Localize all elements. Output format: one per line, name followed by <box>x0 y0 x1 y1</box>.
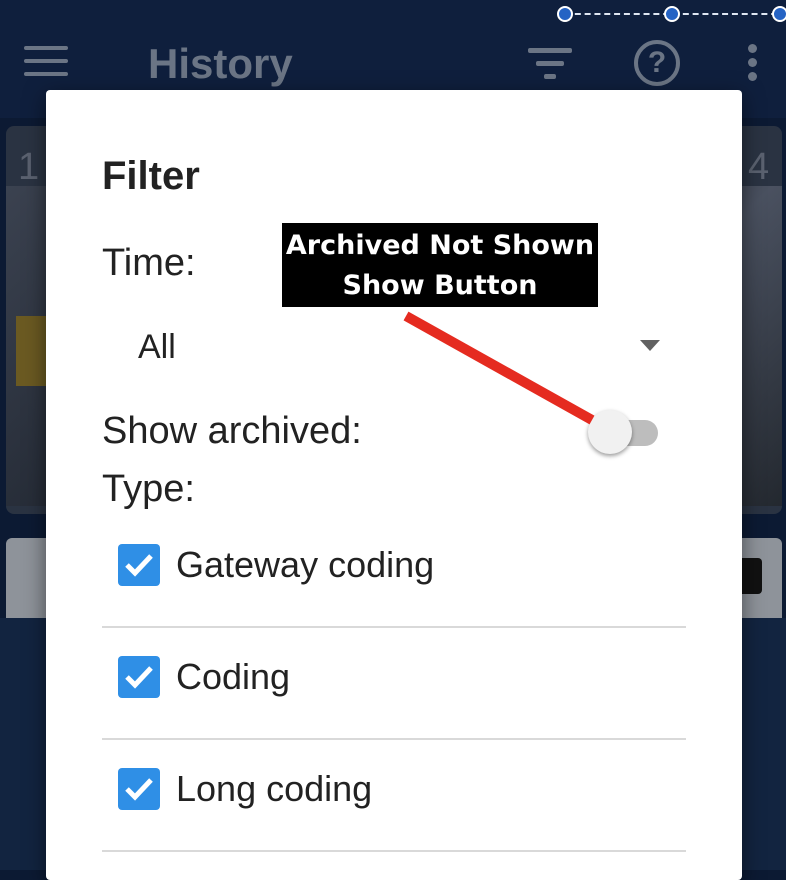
annotation-line-2: Show Button <box>342 270 538 301</box>
annotation-line-1: Archived Not Shown <box>285 230 595 261</box>
annotation-arrow <box>403 311 595 425</box>
annotation-label: Archived Not Shown Show Button <box>282 223 598 307</box>
